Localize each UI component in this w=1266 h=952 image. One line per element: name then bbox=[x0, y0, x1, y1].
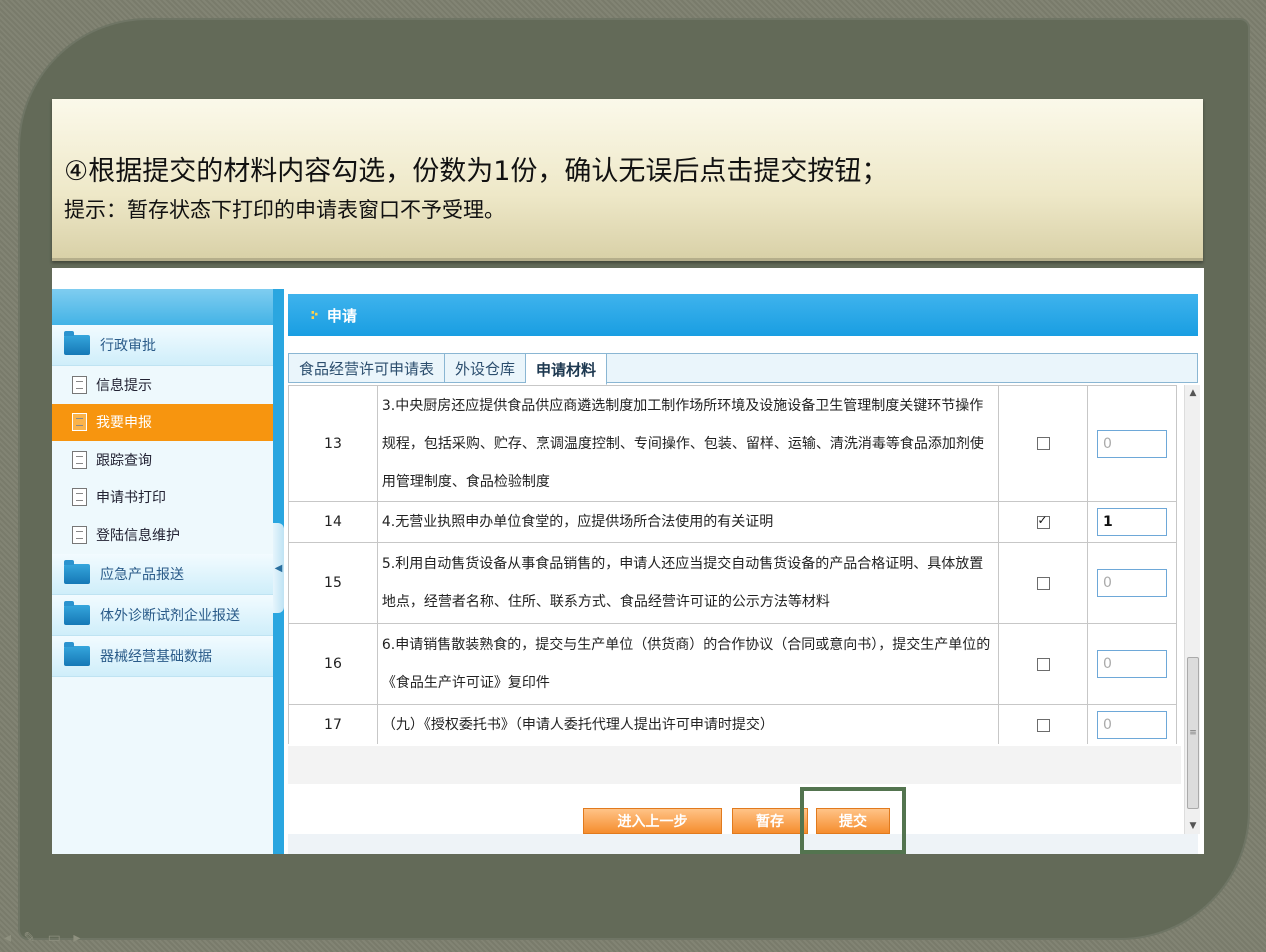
row-number: 15 bbox=[288, 542, 378, 624]
collapse-sidebar-handle[interactable]: ◀ bbox=[273, 523, 284, 613]
sidebar-group-emergency[interactable]: 应急产品报送 bbox=[52, 553, 273, 595]
copies-input[interactable] bbox=[1097, 650, 1167, 678]
document-icon bbox=[72, 488, 87, 507]
scrollbar-thumb[interactable]: ≡ bbox=[1187, 657, 1199, 809]
tab-external-warehouse[interactable]: 外设仓库 bbox=[445, 354, 527, 383]
sidebar-group-label: 器械经营基础数据 bbox=[100, 648, 212, 665]
row-checkbox-cell bbox=[998, 385, 1088, 502]
row-number: 17 bbox=[288, 704, 378, 744]
instruction-tip: 提示：暂存状态下打印的申请表窗口不予受理。 bbox=[64, 198, 505, 222]
copies-input[interactable] bbox=[1097, 429, 1167, 458]
dots-icon: :· bbox=[310, 307, 319, 323]
folder-icon bbox=[64, 641, 90, 666]
document-icon bbox=[72, 375, 87, 394]
tab-application-form[interactable]: 食品经营许可申请表 bbox=[289, 354, 446, 383]
app-top-bar bbox=[52, 268, 1204, 288]
instruction-banner: ④根据提交的材料内容勾选，份数为1份，确认无误后点击提交按钮； 提示：暂存状态下… bbox=[52, 99, 1203, 261]
tab-bar: 食品经营许可申请表 外设仓库 申请材料 bbox=[288, 353, 1198, 385]
table-row: 14 4.无营业执照申办单位食堂的，应提供场所合法使用的有关证明 bbox=[288, 501, 1177, 543]
row-count-cell bbox=[1087, 501, 1177, 543]
sidebar-item-track[interactable]: 跟踪查询 bbox=[52, 441, 273, 479]
panel-title-bar: :· 申请 bbox=[288, 294, 1198, 336]
row-count-cell bbox=[1087, 623, 1177, 705]
row-description: 3.中央厨房还应提供食品供应商遴选制度加工制作场所环境及设施设备卫生管理制度关键… bbox=[376, 385, 1000, 502]
row-count-cell bbox=[1087, 704, 1177, 744]
table-row: 15 5.利用自动售货设备从事食品销售的，申请人还应当提交自动售货设备的产品合格… bbox=[288, 542, 1177, 624]
folder-icon bbox=[64, 331, 90, 355]
row-checkbox-cell bbox=[998, 501, 1088, 543]
sidebar-group-label: 行政审批 bbox=[100, 338, 156, 354]
document-icon bbox=[72, 525, 87, 544]
row-number: 14 bbox=[288, 501, 378, 543]
sidebar-group-label: 体外诊断试剂企业报送 bbox=[100, 607, 240, 624]
material-checkbox[interactable] bbox=[1036, 513, 1050, 529]
sidebar-group-admin-approval[interactable]: 行政审批 bbox=[52, 325, 273, 366]
submit-highlight-box bbox=[800, 787, 906, 854]
folder-icon bbox=[64, 559, 90, 584]
tab-application-materials[interactable]: 申请材料 bbox=[526, 354, 608, 385]
previous-step-button[interactable]: 进入上一步 bbox=[583, 808, 722, 834]
row-description: 5.利用自动售货设备从事食品销售的，申请人还应当提交自动售货设备的产品合格证明、… bbox=[376, 542, 1000, 624]
sidebar: 行政审批 信息提示 我要申报 跟踪查询 申请书打印 登陆信息维护 应急产品报送 bbox=[52, 289, 273, 854]
sidebar-header bbox=[52, 289, 273, 325]
document-icon bbox=[72, 413, 87, 432]
row-checkbox-cell bbox=[998, 542, 1088, 624]
sidebar-item-apply[interactable]: 我要申报 bbox=[52, 403, 273, 441]
material-checkbox[interactable] bbox=[1036, 718, 1050, 732]
sidebar-item-label: 信息提示 bbox=[96, 377, 152, 394]
row-description: （九）《授权委托书》（申请人委托代理人提出许可申请时提交） bbox=[376, 704, 1000, 744]
save-draft-button[interactable]: 暂存 bbox=[732, 808, 808, 834]
sidebar-item-label: 申请书打印 bbox=[96, 490, 166, 507]
scroll-up-arrow-icon[interactable]: ▲ bbox=[1185, 385, 1201, 401]
app-screenshot: 行政审批 信息提示 我要申报 跟踪查询 申请书打印 登陆信息维护 应急产品报送 bbox=[52, 268, 1204, 854]
row-count-cell bbox=[1087, 385, 1177, 502]
sidebar-group-ivd[interactable]: 体外诊断试剂企业报送 bbox=[52, 594, 273, 636]
sidebar-group-device-data[interactable]: 器械经营基础数据 bbox=[52, 635, 273, 677]
sidebar-item-label: 跟踪查询 bbox=[96, 452, 152, 469]
material-checkbox[interactable] bbox=[1036, 437, 1050, 450]
instruction-text: ④根据提交的材料内容勾选，份数为1份，确认无误后点击提交按钮； bbox=[64, 156, 889, 187]
material-checkbox[interactable] bbox=[1036, 657, 1050, 671]
slide-nav-icons[interactable]: ◂ ✎ ▭ ▸ bbox=[4, 930, 84, 946]
row-number: 13 bbox=[288, 385, 378, 502]
vertical-scrollbar[interactable]: ▲ ≡ ▼ bbox=[1184, 385, 1200, 834]
sidebar-item-label: 我要申报 bbox=[96, 415, 152, 432]
row-count-cell bbox=[1087, 542, 1177, 624]
main-panel: :· 申请 食品经营许可申请表 外设仓库 申请材料 13 3.中央厨房还应提供食… bbox=[288, 294, 1200, 854]
sidebar-item-label: 登陆信息维护 bbox=[96, 527, 180, 544]
copies-input[interactable] bbox=[1097, 508, 1167, 536]
sidebar-item-print[interactable]: 申请书打印 bbox=[52, 478, 273, 516]
material-checkbox[interactable] bbox=[1036, 576, 1050, 590]
row-checkbox-cell bbox=[998, 704, 1088, 744]
table-row: 13 3.中央厨房还应提供食品供应商遴选制度加工制作场所环境及设施设备卫生管理制… bbox=[288, 385, 1177, 502]
sidebar-item-login-info[interactable]: 登陆信息维护 bbox=[52, 516, 273, 554]
copies-input[interactable] bbox=[1097, 569, 1167, 597]
row-description: 6.申请销售散装熟食的，提交与生产单位（供货商）的合作协议（合同或意向书），提交… bbox=[376, 623, 1000, 705]
sidebar-splitter[interactable]: ◀ bbox=[273, 289, 284, 854]
row-checkbox-cell bbox=[998, 623, 1088, 705]
panel-title: 申请 bbox=[326, 306, 357, 325]
materials-table: 13 3.中央厨房还应提供食品供应商遴选制度加工制作场所环境及设施设备卫生管理制… bbox=[288, 385, 1181, 744]
document-icon bbox=[72, 450, 87, 469]
table-row: 17 （九）《授权委托书》（申请人委托代理人提出许可申请时提交） bbox=[288, 704, 1177, 744]
sidebar-item-info[interactable]: 信息提示 bbox=[52, 366, 273, 404]
row-number: 16 bbox=[288, 623, 378, 705]
table-footer bbox=[288, 746, 1181, 784]
sidebar-group-label: 应急产品报送 bbox=[100, 566, 184, 583]
folder-icon bbox=[64, 600, 90, 625]
scroll-down-arrow-icon[interactable]: ▼ bbox=[1185, 818, 1201, 834]
row-description: 4.无营业执照申办单位食堂的，应提供场所合法使用的有关证明 bbox=[376, 501, 1000, 543]
table-row: 16 6.申请销售散装熟食的，提交与生产单位（供货商）的合作协议（合同或意向书）… bbox=[288, 623, 1177, 705]
copies-input[interactable] bbox=[1097, 711, 1167, 739]
page-footer bbox=[288, 834, 1198, 854]
